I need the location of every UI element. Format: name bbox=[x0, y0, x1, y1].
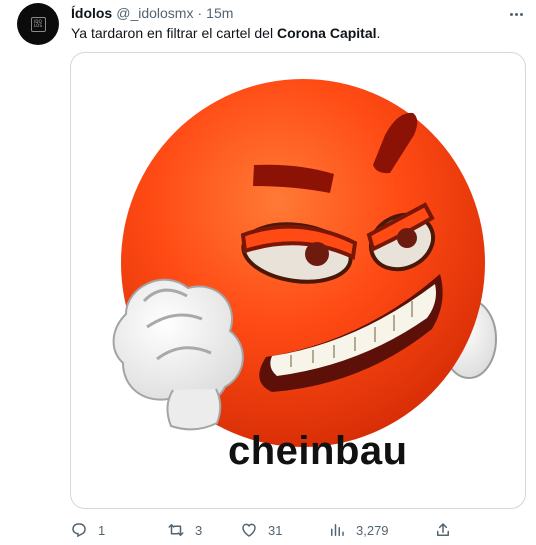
tweet-text-suffix: . bbox=[376, 25, 381, 41]
avatar[interactable]: IDO LOS bbox=[17, 3, 59, 45]
reply-icon bbox=[72, 523, 86, 538]
tweet-media[interactable]: cheinbau bbox=[70, 52, 526, 509]
avatar-logo: IDO LOS bbox=[30, 16, 46, 32]
display-name[interactable]: Ídolos bbox=[71, 5, 112, 21]
retweet-button[interactable]: 3 bbox=[167, 519, 202, 541]
views-icon bbox=[331, 524, 344, 536]
separator-dot: · bbox=[197, 5, 203, 21]
reply-count: 1 bbox=[98, 522, 106, 538]
share-icon bbox=[437, 523, 449, 536]
tweet-text: Ya tardaron en filtrar el cartel del Cor… bbox=[71, 23, 380, 43]
views-button[interactable]: 3,279 bbox=[328, 519, 389, 541]
like-count: 31 bbox=[268, 522, 283, 538]
tweet[interactable]: IDO LOS Ídolos @_idolosmx · 15m Ya tarda… bbox=[0, 0, 536, 545]
user-handle[interactable]: @_idolosmx bbox=[116, 5, 193, 21]
reply-button[interactable]: 1 bbox=[70, 519, 105, 541]
more-options-icon[interactable] bbox=[505, 6, 527, 22]
like-icon bbox=[242, 523, 256, 537]
views-count: 3,279 bbox=[356, 522, 389, 538]
tweet-header: Ídolos @_idolosmx · 15m bbox=[71, 3, 233, 23]
timestamp[interactable]: 15m bbox=[206, 5, 233, 21]
like-button[interactable]: 31 bbox=[240, 519, 282, 541]
retweet-count: 3 bbox=[195, 522, 203, 538]
retweet-icon bbox=[168, 524, 184, 536]
media-caption: cheinbau bbox=[228, 429, 408, 473]
tweet-actions: 1 3 31 3,279 bbox=[70, 519, 530, 541]
share-button[interactable] bbox=[434, 519, 452, 541]
tweet-text-prefix: Ya tardaron en filtrar el cartel del bbox=[71, 25, 277, 41]
tweet-text-bold: Corona Capital bbox=[276, 25, 377, 41]
